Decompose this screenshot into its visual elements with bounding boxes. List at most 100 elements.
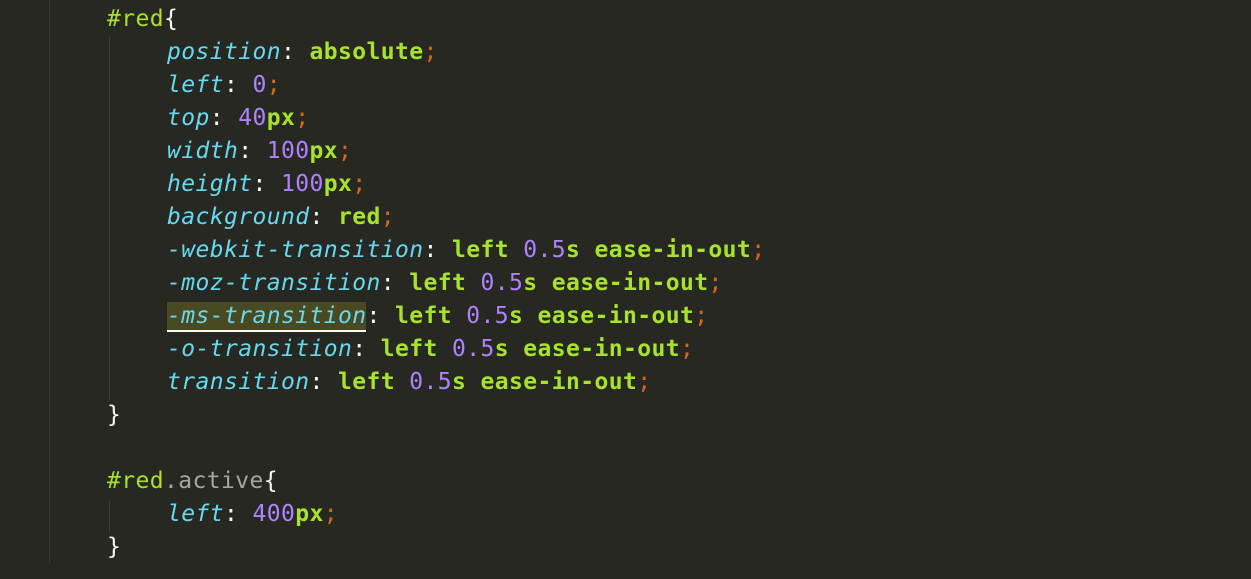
value-unit: s	[508, 303, 524, 329]
colon: :	[366, 303, 395, 329]
value-keyword: ease-in-out	[537, 303, 695, 329]
indent-guide	[109, 500, 110, 533]
semicolon: ;	[637, 369, 652, 395]
value-number: 40	[238, 105, 267, 131]
open-brace: {	[164, 6, 179, 32]
property-name: width	[167, 138, 239, 164]
property-name: transition	[167, 369, 310, 395]
semicolon: ;	[352, 171, 367, 197]
value-number: 0.5	[480, 270, 524, 296]
colon: :	[209, 105, 239, 131]
value-keyword: ease-in-out	[523, 336, 680, 362]
value-unit: px	[309, 138, 338, 164]
value-number: 0.5	[409, 369, 452, 395]
close-brace: }	[107, 402, 122, 428]
code-line-declaration[interactable]: transition: left 0.5s ease-in-out;	[167, 366, 651, 399]
value-unit: s	[565, 237, 581, 263]
property-name: left	[167, 72, 224, 98]
code-line-declaration[interactable]: background: red;	[167, 201, 395, 234]
semicolon: ;	[338, 138, 353, 164]
code-line-close[interactable]: }	[107, 531, 121, 564]
code-line-declaration[interactable]: left: 400px;	[167, 498, 338, 531]
code-line-declaration[interactable]: -moz-transition: left 0.5s ease-in-out;	[167, 267, 723, 300]
semicolon: ;	[694, 303, 709, 329]
indent-guide	[49, 0, 50, 563]
semicolon: ;	[751, 237, 766, 263]
value-keyword: left	[451, 237, 509, 263]
semicolon: ;	[423, 39, 438, 65]
property-name: background	[167, 204, 310, 230]
indent-guide	[109, 36, 110, 400]
property-name: height	[167, 171, 253, 197]
selector-id: #red	[107, 6, 164, 32]
semicolon: ;	[708, 270, 723, 296]
semicolon: ;	[295, 105, 310, 131]
selector-id: #red	[107, 468, 164, 494]
property-name: -webkit-transition	[167, 237, 424, 263]
colon: :	[224, 72, 253, 98]
colon: :	[280, 39, 310, 65]
value-unit: s	[451, 369, 467, 395]
value-keyword: left	[394, 303, 452, 329]
code-line-declaration[interactable]: -ms-transition: left 0.5s ease-in-out;	[167, 300, 708, 333]
value-number: 100	[266, 138, 310, 164]
code-line-declaration[interactable]: -webkit-transition: left 0.5s ease-in-ou…	[167, 234, 765, 267]
colon: :	[352, 336, 381, 362]
value-keyword: absolute	[309, 39, 424, 65]
semicolon: ;	[380, 204, 395, 230]
colon: :	[309, 204, 338, 230]
value-keyword: red	[337, 204, 381, 230]
selector-class: .active	[164, 468, 264, 494]
colon: :	[380, 270, 410, 296]
property-name: -o-transition	[167, 336, 353, 362]
close-brace: }	[107, 534, 122, 560]
code-line-declaration[interactable]: width: 100px;	[167, 135, 352, 168]
code-line-declaration[interactable]: left: 0;	[167, 69, 281, 102]
property-name: top	[167, 105, 210, 131]
value-unit: px	[266, 105, 296, 131]
property-name: position	[167, 39, 281, 65]
colon: :	[423, 237, 452, 263]
code-line-declaration[interactable]: height: 100px;	[167, 168, 366, 201]
code-line-declaration[interactable]: -o-transition: left 0.5s ease-in-out;	[167, 333, 694, 366]
colon: :	[224, 501, 253, 527]
property-name: left	[167, 501, 224, 527]
value-number: 0	[252, 72, 267, 98]
value-keyword: left	[380, 336, 438, 362]
value-keyword: left	[409, 270, 467, 296]
code-line-declaration[interactable]: position: absolute;	[167, 36, 438, 69]
semicolon: ;	[679, 336, 695, 362]
value-keyword: ease-in-out	[480, 369, 638, 395]
value-keyword: ease-in-out	[594, 237, 752, 263]
colon: :	[252, 171, 281, 197]
code-line-close[interactable]: }	[107, 399, 121, 432]
code-line-selector[interactable]: #red.active{	[107, 465, 278, 498]
colon: :	[309, 369, 338, 395]
value-keyword: left	[337, 369, 395, 395]
value-number: 0.5	[451, 336, 495, 362]
value-unit: s	[523, 270, 538, 296]
property-name: -ms-transition	[167, 302, 367, 332]
value-number: 0.5	[523, 237, 566, 263]
value-unit: px	[323, 171, 353, 197]
value-unit: s	[494, 336, 509, 362]
code-line-selector[interactable]: #red{	[107, 3, 178, 36]
open-brace: {	[263, 468, 278, 494]
value-unit: px	[295, 501, 324, 527]
code-editor[interactable]: #red{ position: absolute; left: 0; top: 40…	[0, 0, 1251, 579]
code-line-declaration[interactable]: top: 40px;	[167, 102, 310, 135]
value-number: 100	[280, 171, 324, 197]
property-name: -moz-transition	[167, 270, 381, 296]
colon: :	[238, 138, 267, 164]
semicolon: ;	[266, 72, 281, 98]
